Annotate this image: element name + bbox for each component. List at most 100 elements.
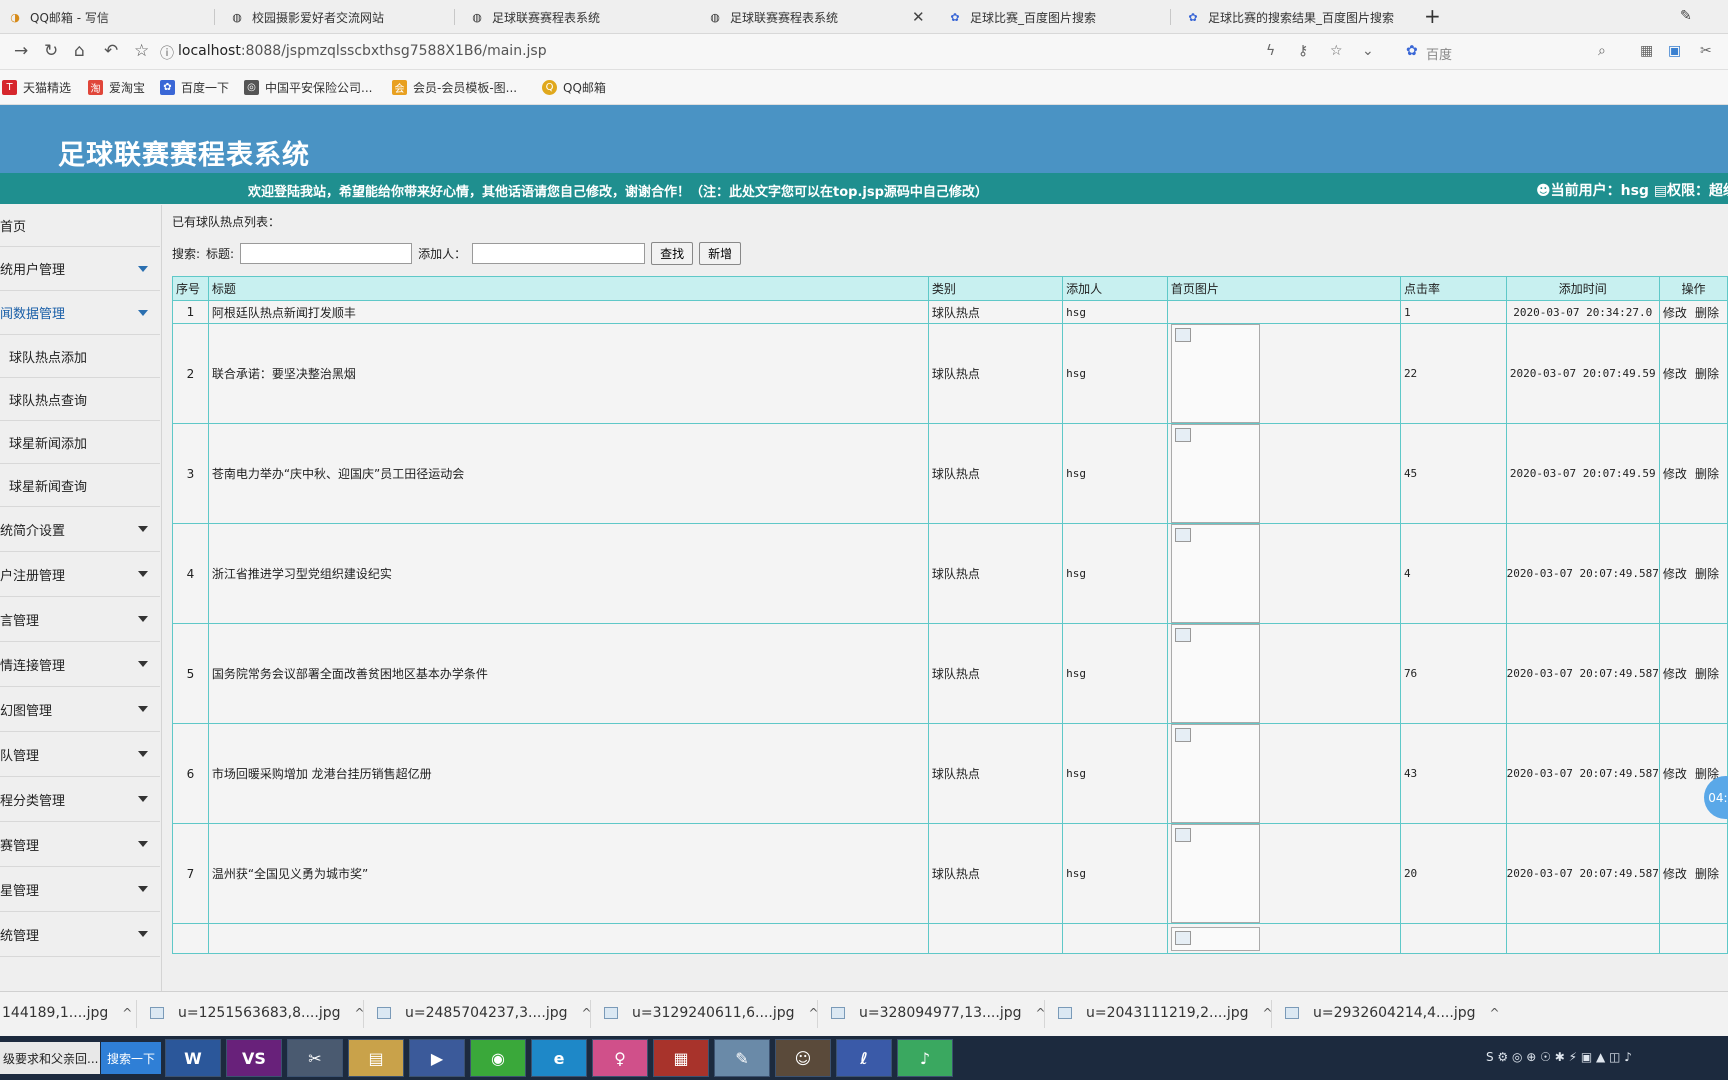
translate-icon[interactable]: ▣: [1668, 43, 1681, 59]
taskbar-app-icon[interactable]: ♪: [897, 1039, 953, 1077]
browser-tab-campus[interactable]: ◍ 校园摄影爱好者交流网站: [222, 0, 452, 34]
row-time: [1505, 923, 1660, 954]
bookmark-pingan[interactable]: ◎ 中国平安保险公司...: [244, 79, 372, 96]
row-time: 2020-03-07 20:07:49.59: [1505, 323, 1660, 424]
search-engine-box[interactable]: 百度: [1426, 44, 1452, 63]
taskbar-app-icon[interactable]: VS: [226, 1039, 282, 1077]
chevron-up-icon[interactable]: ^: [122, 1006, 132, 1020]
row-time: 2020-03-07 20:07:49.587: [1505, 523, 1660, 624]
taskbar-app-icon[interactable]: e: [531, 1039, 587, 1077]
taskbar-app-icon[interactable]: ▤: [348, 1039, 404, 1077]
taskbar-app-icon[interactable]: W: [165, 1039, 221, 1077]
sidebar-subitem-team-hot-add[interactable]: 球队热点添加: [0, 335, 160, 378]
edit-link[interactable]: 修改: [1663, 867, 1687, 881]
row-adder: hsg: [1062, 423, 1168, 524]
sidebar-subitem-star-news-add[interactable]: 球星新闻添加: [0, 421, 160, 464]
chevron-down-icon[interactable]: ⌄: [1362, 43, 1374, 59]
edit-link[interactable]: 修改: [1663, 367, 1687, 381]
bookmark-qqmail[interactable]: Q QQ邮箱: [542, 79, 606, 96]
chevron-down-icon: [138, 616, 148, 622]
apps-grid-icon[interactable]: ▦: [1640, 43, 1653, 59]
tray-icons[interactable]: S ⚙ ◎ ⊕ ☉ ✱ ⚡ ▣ ▲ ◫ ♪: [1486, 1050, 1632, 1064]
url-field[interactable]: localhost:8088/jspmzqlsscbxthsg7588X1B6/…: [178, 43, 547, 59]
bookmark-aitaobao[interactable]: 淘爱淘宝: [88, 79, 145, 96]
search-icon[interactable]: ⌕: [1598, 43, 1606, 59]
sidebar-subitem-team-hot-query[interactable]: 球队热点查询: [0, 378, 160, 421]
home-icon[interactable]: ⌂: [74, 41, 85, 61]
new-button[interactable]: 新增: [699, 242, 742, 265]
sidebar-item-teams[interactable]: 队管理: [0, 732, 160, 777]
taskbar-app-icon[interactable]: ℓ: [836, 1039, 892, 1077]
sidebar-item-home[interactable]: 首页: [0, 205, 160, 247]
taskbar-app-icon[interactable]: ☺: [775, 1039, 831, 1077]
sidebar-item-friend-links[interactable]: 情连接管理: [0, 642, 160, 687]
info-icon[interactable]: ⓘ: [160, 43, 174, 63]
sidebar-item-intro-settings[interactable]: 统简介设置: [0, 507, 160, 552]
sidebar-subitem-star-news-query[interactable]: 球星新闻查询: [0, 464, 160, 507]
bookmark-star-icon[interactable]: ☆: [1330, 43, 1343, 59]
download-item[interactable]: u=2932604214,4....jpg ^: [1285, 1005, 1500, 1021]
delete-link[interactable]: 删除: [1695, 467, 1719, 481]
title-search-input[interactable]: [240, 243, 413, 264]
browser-tab-football-active[interactable]: ◍ 足球联赛赛程表系统: [700, 0, 910, 34]
sidebar-item-matches[interactable]: 赛管理: [0, 822, 160, 867]
download-filename: u=3129240611,6....jpg: [632, 1005, 795, 1021]
edit-link[interactable]: 修改: [1663, 767, 1687, 781]
edit-link[interactable]: 修改: [1663, 667, 1687, 681]
delete-link[interactable]: 删除: [1695, 867, 1719, 881]
adder-search-input[interactable]: [472, 243, 646, 264]
sidebar-item-schedule-categories[interactable]: 程分类管理: [0, 777, 160, 822]
lightning-icon[interactable]: ϟ: [1266, 43, 1275, 59]
download-item[interactable]: u=2485704237,3....jpg ^: [377, 1005, 592, 1021]
download-item[interactable]: u=328094977,13....jpg ^: [831, 1005, 1046, 1021]
download-separator: [1271, 1000, 1272, 1028]
download-item[interactable]: u=1251563683,8....jpg ^: [150, 1005, 365, 1021]
sidebar-item-user-registration[interactable]: 户注册管理: [0, 552, 160, 597]
delete-link[interactable]: 删除: [1695, 567, 1719, 581]
scissors-icon[interactable]: ✂: [1700, 43, 1712, 59]
browser-tab-baidu-1[interactable]: ✿ 足球比赛_百度图片搜索: [940, 0, 1165, 34]
window-menu-icon[interactable]: ✎: [1680, 8, 1692, 24]
taskbar-app-icon[interactable]: ◉: [470, 1039, 526, 1077]
key-icon[interactable]: ⚷: [1298, 43, 1308, 59]
sidebar-item-users[interactable]: 统用户管理: [0, 247, 160, 291]
edit-link[interactable]: 修改: [1663, 306, 1687, 320]
browser-tab-football-1[interactable]: ◍ 足球联赛赛程表系统: [462, 0, 692, 34]
star-icon[interactable]: ☆: [134, 41, 149, 61]
download-item[interactable]: u=2043111219,2....jpg ^: [1058, 1005, 1273, 1021]
sidebar-item-stars[interactable]: 星管理: [0, 867, 160, 912]
download-item[interactable]: 144189,1....jpg ^: [2, 1005, 132, 1021]
taskbar-search-button[interactable]: 搜索一下: [101, 1042, 161, 1074]
tab-close-icon[interactable]: ✕: [912, 8, 925, 26]
find-button[interactable]: 查找: [651, 242, 694, 265]
delete-link[interactable]: 删除: [1695, 367, 1719, 381]
sidebar-item-messages[interactable]: 言管理: [0, 597, 160, 642]
taskbar-app-icon[interactable]: ♀: [592, 1039, 648, 1077]
delete-link[interactable]: 删除: [1695, 306, 1719, 320]
taskbar-app-icon[interactable]: ✎: [714, 1039, 770, 1077]
row-adder: [1062, 923, 1168, 954]
taskbar-app-icon[interactable]: ▶: [409, 1039, 465, 1077]
new-tab-icon[interactable]: +: [1424, 4, 1441, 28]
delete-link[interactable]: 删除: [1695, 667, 1719, 681]
download-item[interactable]: u=3129240611,6....jpg ^: [604, 1005, 819, 1021]
chevron-up-icon[interactable]: ^: [1490, 1006, 1500, 1020]
address-bar: → ↻ ⌂ ↶ ☆ ⓘ localhost:8088/jspmzqlsscbxt…: [0, 34, 1728, 70]
sidebar-item-slideshow[interactable]: 幻图管理: [0, 687, 160, 732]
browser-tab-qqmail[interactable]: ◑ QQ邮箱 - 写信: [0, 0, 210, 34]
bookmark-member[interactable]: 会会员-会员模板-图...: [392, 79, 517, 96]
sidebar-item-news-data[interactable]: 闻数据管理: [0, 291, 160, 335]
taskbar-active-task[interactable]: 级要求和父亲回...: [0, 1042, 100, 1074]
browser-tab-baidu-2[interactable]: ✿ 足球比赛的搜索结果_百度图片搜索: [1178, 0, 1414, 34]
sidebar-item-system[interactable]: 统管理: [0, 912, 160, 957]
edit-link[interactable]: 修改: [1663, 567, 1687, 581]
taskbar-app-icon[interactable]: ✂: [287, 1039, 343, 1077]
edit-link[interactable]: 修改: [1663, 467, 1687, 481]
chevron-down-icon: [138, 706, 148, 712]
taskbar-app-icon[interactable]: ▦: [653, 1039, 709, 1077]
reload-icon[interactable]: ↻: [44, 41, 58, 61]
bookmark-baidu[interactable]: ✿ 百度一下: [160, 79, 229, 96]
forward-icon[interactable]: →: [14, 41, 28, 61]
undo-icon[interactable]: ↶: [104, 41, 118, 61]
bookmark-tmall[interactable]: T 天猫精选: [2, 79, 71, 96]
